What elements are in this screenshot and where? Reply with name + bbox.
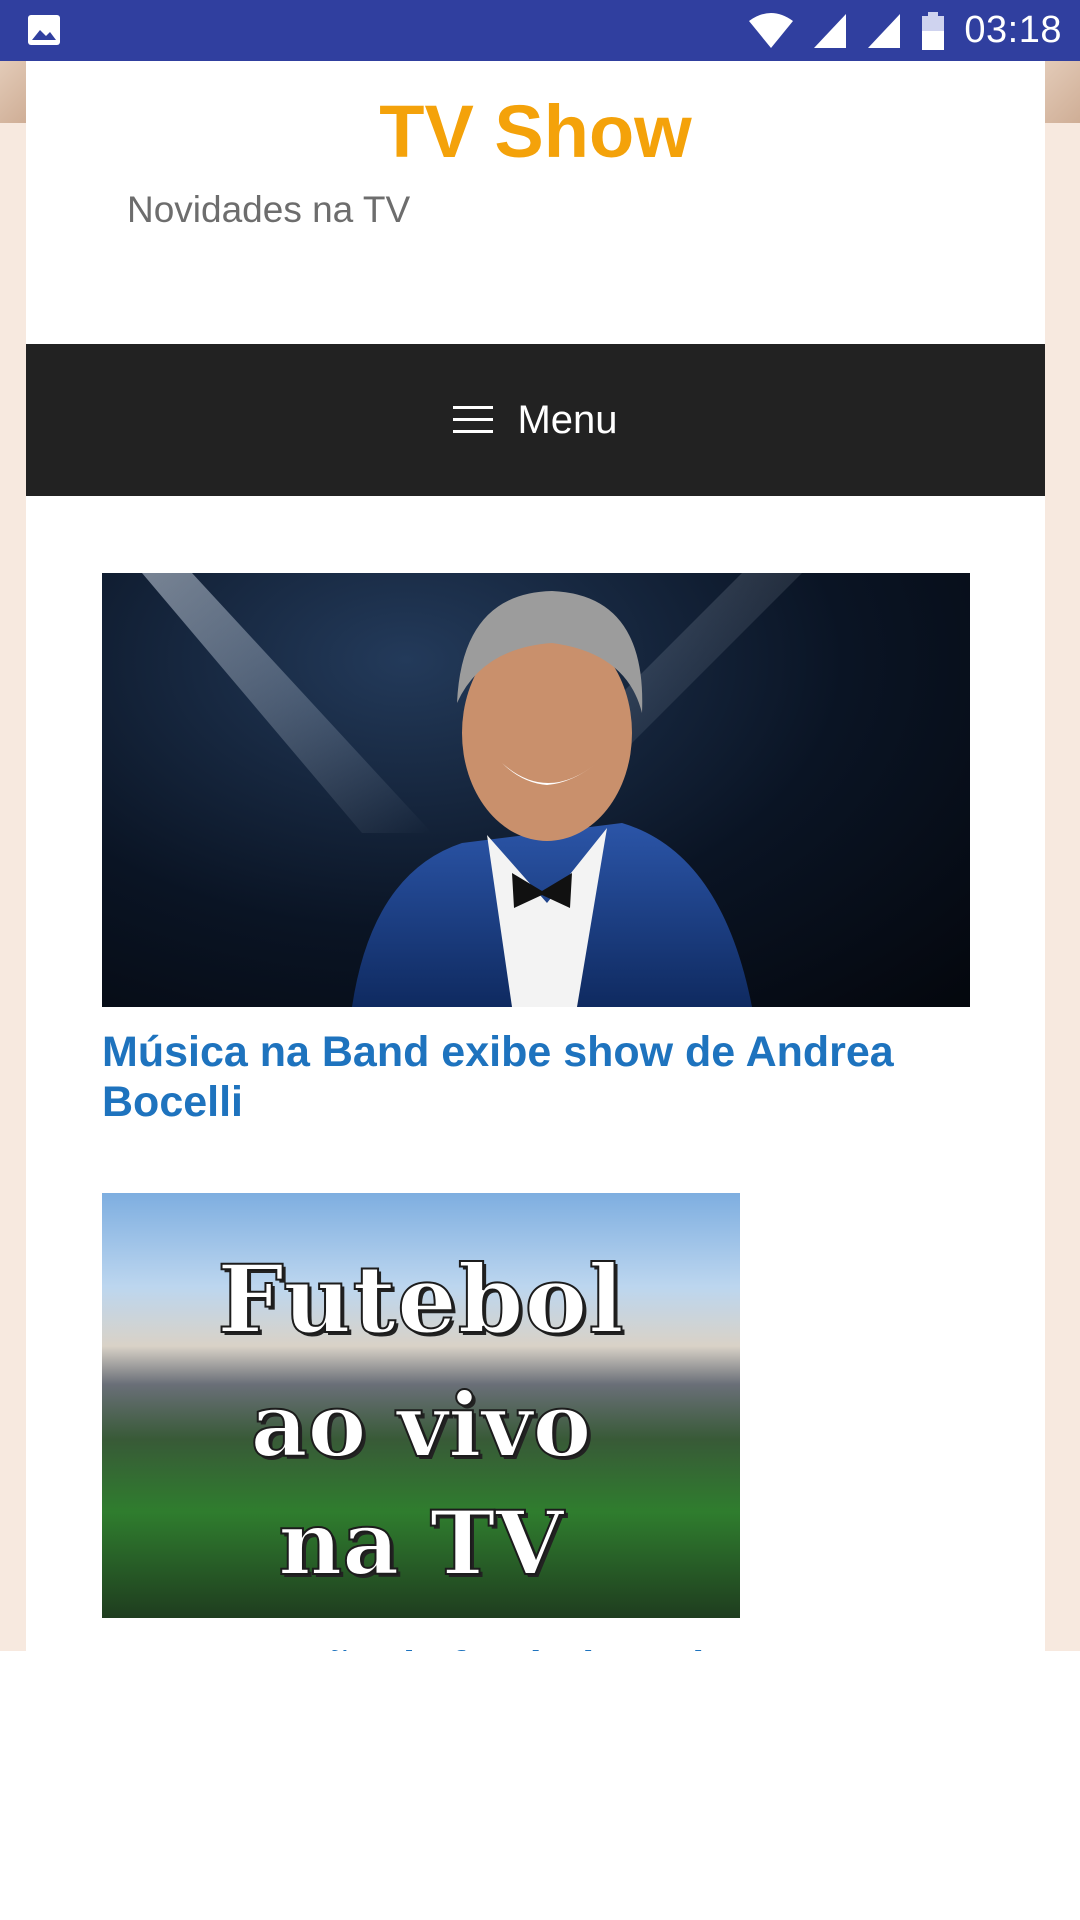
post-title-link[interactable]: Programação de futebol ao vivo na TV xyxy=(102,1642,970,1651)
signal-icon xyxy=(814,13,847,48)
thumbnail-text: na TV xyxy=(277,1490,564,1596)
background-texture xyxy=(0,61,26,123)
thumbnail-text: ao vivo xyxy=(250,1372,593,1478)
site-tagline: Novidades na TV xyxy=(127,189,411,230)
post-thumbnail[interactable]: Futebol ao vivo na TV xyxy=(102,1193,740,1618)
menu-toggle-button[interactable]: Menu xyxy=(26,344,1045,496)
singer-portrait xyxy=(142,573,802,1007)
thumbnail-text: Futebol xyxy=(216,1244,625,1356)
post-thumbnail[interactable] xyxy=(102,573,970,1007)
background-texture xyxy=(1045,61,1080,123)
image-icon xyxy=(28,15,60,45)
site-title[interactable]: TV Show xyxy=(26,95,1045,169)
status-icons: 03:18 xyxy=(748,0,1062,61)
webview: TV Show Novidades na TV Menu Música na B… xyxy=(0,61,1080,1651)
hamburger-icon xyxy=(453,406,494,433)
wifi-icon xyxy=(749,12,794,48)
battery-icon xyxy=(922,11,945,50)
menu-label: Menu xyxy=(517,397,618,442)
status-time: 03:18 xyxy=(964,9,1062,51)
post-title-link[interactable]: Música na Band exibe show de Andrea Boce… xyxy=(102,1027,970,1127)
post-item: Música na Band exibe show de Andrea Boce… xyxy=(102,573,970,1127)
signal-icon-2 xyxy=(868,13,901,48)
status-bar: 03:18 xyxy=(0,0,1080,61)
page-content: TV Show Novidades na TV Menu Música na B… xyxy=(26,61,1045,1651)
blank-area xyxy=(0,1651,1080,1920)
post-item: Futebol ao vivo na TV Programação de fut… xyxy=(102,1193,970,1651)
